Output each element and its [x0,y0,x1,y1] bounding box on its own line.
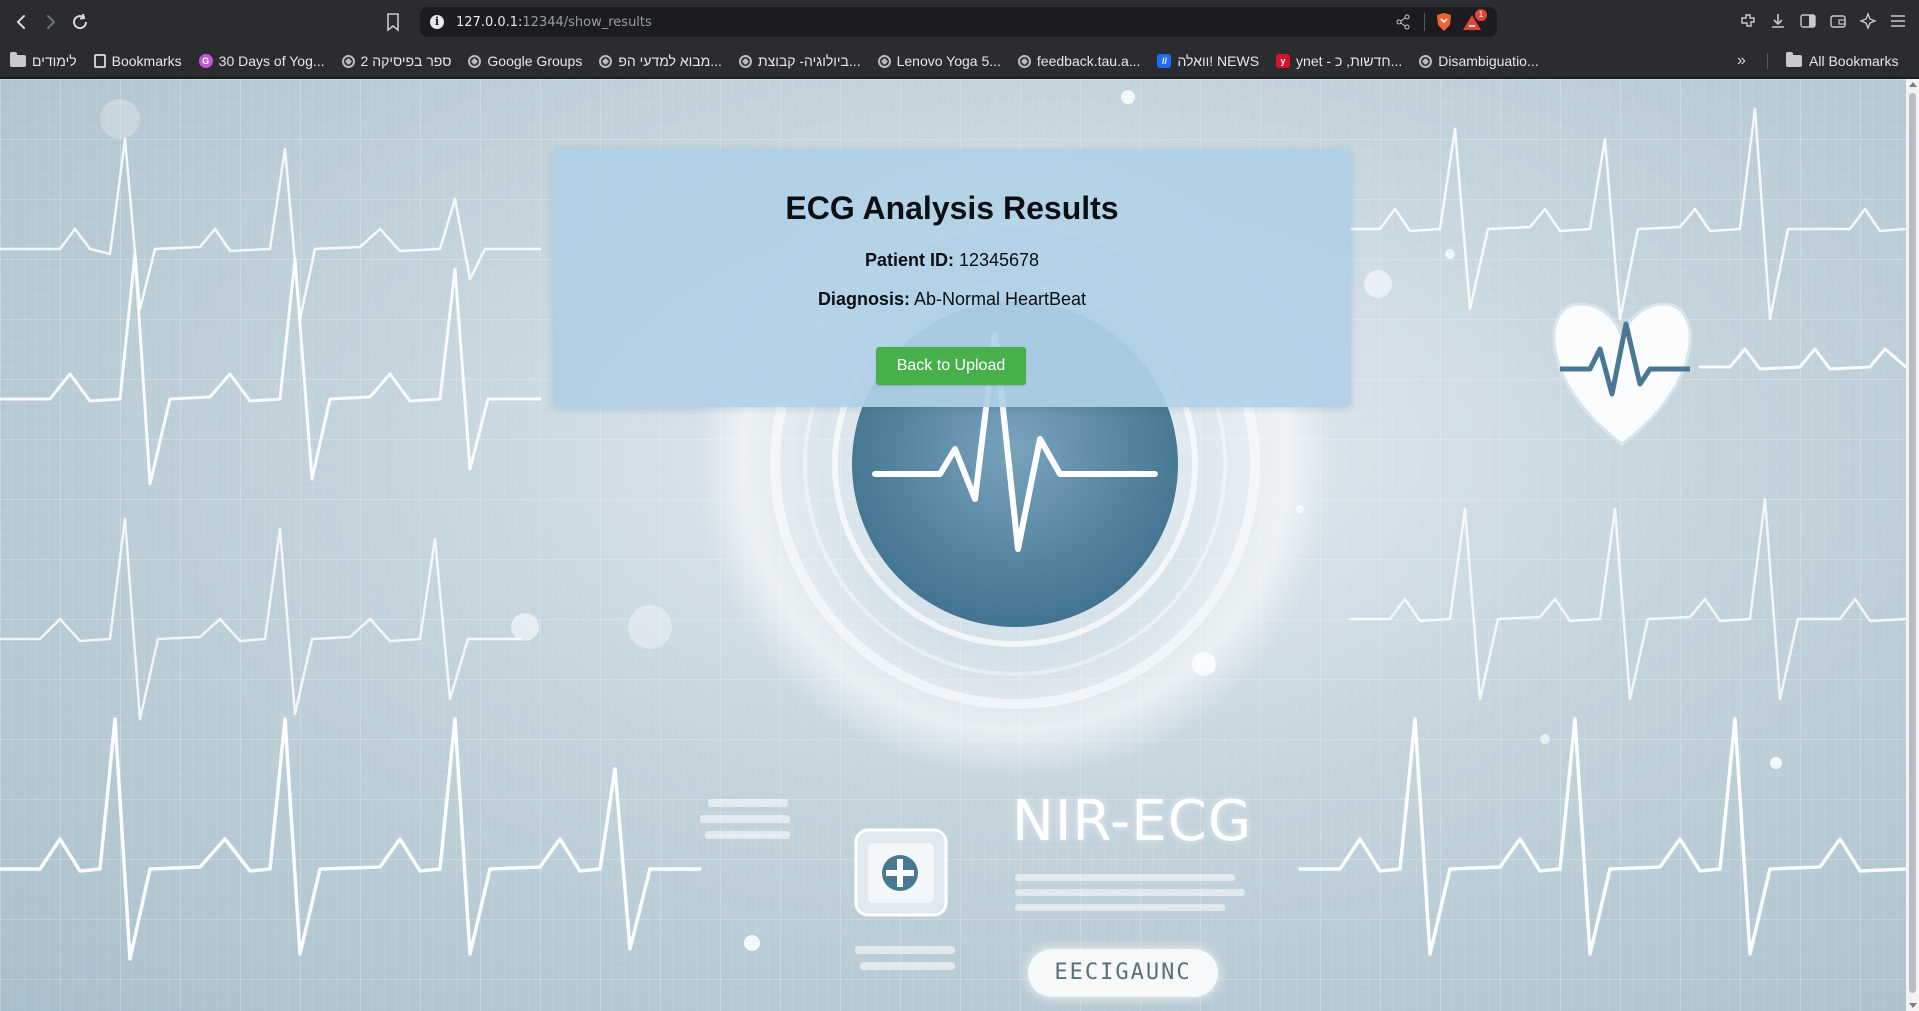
bookmark-item[interactable]: Lenovo Yoga 5... [877,53,1001,69]
bookmark-label: וואלה! NEWS [1177,53,1260,69]
bookmarks-bar: לימודים Bookmarks G 30 Days of Yog... ספר בפ… [0,44,1919,78]
page-viewport: ECG Analysis Results Patient ID: 1234567… [0,79,1906,1011]
back-to-upload-button[interactable]: Back to Upload [876,347,1026,385]
bookmarks-icon [93,54,106,68]
bookmark-label: feedback.tau.a... [1036,53,1141,69]
bookmark-label: Disambiguatio... [1438,53,1539,69]
g-icon: G [198,54,213,68]
patient-id-label: Patient ID: [864,250,954,270]
bookmark-item[interactable]: Bookmarks [93,53,182,69]
globe-icon [1017,54,1031,68]
patient-id-row: Patient ID: 12345678 [553,250,1351,271]
back-icon[interactable] [10,10,34,34]
bookmarks-list: לימודים Bookmarks G 30 Days of Yog... ספר בפ… [10,44,1539,78]
folder-icon [1786,52,1802,67]
page-scrollbar[interactable] [1906,79,1919,1011]
url-separator [1424,13,1425,31]
globe-icon [1419,54,1433,68]
bookmark-item[interactable]: ביולוגיה- קבוצת... [738,53,861,69]
bookmark-label: מבוא למדעי הפ... [618,53,722,69]
globe-icon [599,54,613,68]
bookmark-label: ynet - חדשות, כ... [1296,53,1403,69]
scroll-down-icon[interactable] [1909,1003,1917,1008]
ynet-icon: y [1276,54,1291,68]
bookmark-item[interactable]: לימודים [10,52,77,69]
globe-icon [341,54,355,68]
bookmark-item[interactable]: y ynet - חדשות, כ... [1276,53,1402,69]
globe-icon [738,54,752,68]
bookmark-label: 30 Days of Yog... [218,53,325,69]
menu-icon[interactable] [1887,10,1909,32]
bookmark-label: לימודים [32,53,77,69]
forward-icon[interactable] [38,10,62,34]
bookmark-item[interactable]: Google Groups [468,53,582,69]
url-text[interactable]: 127.0.0.1:12344/show_results [456,15,652,30]
bookmark-item[interactable]: G 30 Days of Yog... [198,53,325,69]
results-card: ECG Analysis Results Patient ID: 1234567… [553,149,1351,407]
diagnosis-row: Diagnosis: Ab-Normal HeartBeat [553,289,1351,310]
sidebar-icon[interactable] [1797,10,1819,32]
all-bookmarks-button[interactable]: All Bookmarks [1786,44,1898,78]
bookmarks-overflow-icon[interactable]: » [1737,52,1746,70]
leo-icon[interactable] [1857,10,1879,32]
bookmarks-separator [1767,53,1768,69]
globe-icon [877,54,891,68]
rewards-badge: 1 [1475,9,1487,21]
bookmark-label: Lenovo Yoga 5... [896,53,1001,69]
diagnosis-value: Ab-Normal HeartBeat [913,289,1087,309]
walla-icon: // [1157,54,1172,68]
bookmark-item[interactable]: feedback.tau.a... [1017,53,1141,69]
downloads-icon[interactable] [1767,10,1789,32]
folder-icon [10,52,26,67]
share-icon[interactable] [1395,14,1411,30]
bookmark-item[interactable]: מבוא למדעי הפ... [599,53,722,69]
toolbar-actions [1737,10,1909,34]
bookmark-item[interactable]: // וואלה! NEWS [1157,53,1259,69]
bookmark-label: ספר בפיסיקה 2 [360,53,452,69]
brand-pill-text: EECIGAUNC [1028,949,1218,997]
patient-id-value: 12345678 [958,250,1040,270]
scroll-up-icon[interactable] [1909,82,1917,87]
extensions-icon[interactable] [1737,10,1759,32]
diagnosis-label: Diagnosis: [817,289,910,309]
bookmark-icon[interactable] [384,12,402,32]
bookmark-label: ביולוגיה- קבוצת... [757,53,861,69]
brave-shield-icon[interactable] [1435,12,1453,32]
bookmark-item[interactable]: ספר בפיסיקה 2 [341,53,452,69]
browser-toolbar: i 127.0.0.1:12344/show_results 1 [0,0,1919,44]
page-title: ECG Analysis Results [785,190,1119,226]
wallet-icon[interactable] [1827,10,1849,32]
all-bookmarks-label: All Bookmarks [1809,53,1899,69]
site-info-icon[interactable]: i [430,15,444,29]
reload-icon[interactable] [68,10,92,34]
scroll-thumb[interactable] [1909,93,1916,993]
bookmark-label: Bookmarks [111,53,182,69]
globe-icon [468,54,482,68]
address-bar[interactable]: i 127.0.0.1:12344/show_results 1 [420,7,1497,37]
bookmark-label: Google Groups [487,53,583,69]
bookmark-item[interactable]: Disambiguatio... [1419,53,1539,69]
brand-logo-text: NIR-ECG [1012,789,1253,854]
